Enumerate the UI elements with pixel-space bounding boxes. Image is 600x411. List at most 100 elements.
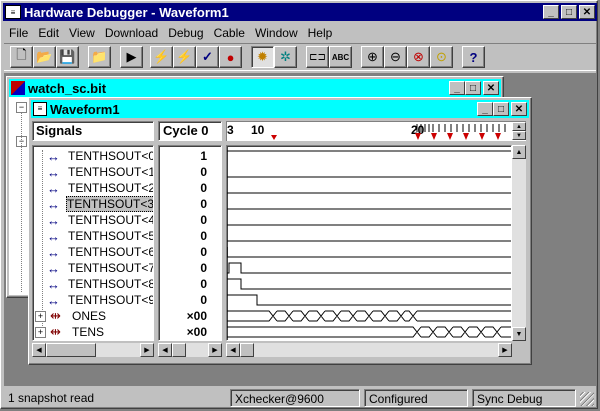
signal-name: TENTHSOUT<4	[67, 213, 154, 227]
abc-icon[interactable]: ABC	[329, 46, 352, 68]
cycle-icon[interactable]: ✹	[251, 46, 274, 68]
zoom-fit-icon[interactable]: ⊗	[407, 46, 430, 68]
waveform-vscroll[interactable]: ▲ ▼	[512, 145, 526, 341]
waveform-minimize-button[interactable]: _	[477, 102, 493, 116]
waveform-hscroll[interactable]: ◀ ▶	[226, 343, 512, 357]
signal-row[interactable]: ↔ TENTHSOUT<1	[33, 164, 153, 180]
signal-row[interactable]: ↔ TENTHSOUT<5	[33, 228, 153, 244]
waveform-maximize-button[interactable]: □	[493, 102, 509, 116]
save-icon[interactable]: 💾	[56, 46, 79, 68]
hscroll-thumb[interactable]	[46, 343, 96, 357]
signal-name: TENTHSOUT<6	[67, 245, 154, 259]
bug-icon[interactable]: ✲	[274, 46, 297, 68]
signal-value: 0	[200, 261, 207, 275]
signal-value: 0	[200, 165, 207, 179]
menu-download[interactable]: Download	[100, 26, 163, 40]
hscroll-thumb[interactable]	[172, 343, 186, 357]
bitfile-close-button[interactable]: ✕	[483, 81, 499, 95]
signal-row[interactable]: ↔ TENTHSOUT<0	[33, 148, 154, 164]
open-icon[interactable]: 📂	[33, 46, 56, 68]
signal-row[interactable]: ↔ TENTHSOUT<3	[33, 196, 154, 212]
status-grip[interactable]	[580, 392, 594, 406]
bitfile-maximize-button[interactable]: □	[465, 81, 481, 95]
signal-value: 0	[200, 293, 207, 307]
menu-edit[interactable]: Edit	[33, 26, 64, 40]
close-button[interactable]: ✕	[579, 5, 595, 19]
waveform-traces[interactable]	[227, 146, 511, 340]
bus-expand-icon[interactable]: +	[35, 326, 46, 338]
signal-name: TENTHSOUT<2	[67, 181, 154, 195]
hscroll-thumb[interactable]	[240, 343, 254, 357]
vscroll-up[interactable]: ▲	[512, 145, 526, 159]
new-icon[interactable]: 🗋	[10, 46, 33, 68]
menu-file[interactable]: File	[4, 26, 33, 40]
signal-trace	[227, 278, 511, 290]
check-icon[interactable]: ✓	[196, 46, 219, 68]
signals-pane: ↔ TENTHSOUT<0 ↔ TENTHSOUT<1 ↔ TENTHSOUT<2 ↔ TEN…	[32, 145, 154, 341]
help-icon[interactable]: ?	[462, 46, 485, 68]
values-hscroll[interactable]: ◀ ▶	[158, 343, 222, 357]
waveform-title: Waveform1	[50, 101, 120, 117]
hscroll-left[interactable]: ◀	[158, 343, 172, 357]
signal-row[interactable]: ↔ TENTHSOUT<2	[33, 180, 154, 196]
folder-icon[interactable]: 📁	[88, 46, 111, 68]
maximize-button[interactable]: □	[561, 5, 577, 19]
signal-bus-row[interactable]: + ⇹ ONES	[33, 308, 153, 324]
cycle-header: Cycle 0	[158, 121, 222, 141]
zoom-in-icon[interactable]: ⊕	[361, 46, 384, 68]
signal-row[interactable]: ↔ TENTHSOUT<9	[33, 292, 153, 308]
waveform-window-icon: ≡	[33, 102, 47, 116]
menu-help[interactable]: Help	[303, 26, 338, 40]
bidirectional-arrow-icon: ↔	[47, 276, 60, 292]
signal-row[interactable]: ↔ TENTHSOUT<4	[33, 212, 154, 228]
bidirectional-arrow-icon: ↔	[47, 148, 60, 164]
minimize-button[interactable]: _	[543, 5, 559, 19]
bitfile-minimize-button[interactable]: _	[449, 81, 465, 95]
menu-debug[interactable]: Debug	[163, 26, 208, 40]
signal-row[interactable]: ↔ TENTHSOUT<8	[33, 276, 153, 292]
menu-cable[interactable]: Cable	[209, 26, 250, 40]
hscroll-left[interactable]: ◀	[226, 343, 240, 357]
bidirectional-arrow-icon: ↔	[47, 228, 60, 244]
hscroll-right[interactable]: ▶	[498, 343, 512, 357]
signals-hscroll[interactable]: ◀ ▶	[32, 343, 154, 357]
hscroll-right[interactable]: ▶	[140, 343, 154, 357]
bidirectional-arrow-icon: ↔	[47, 292, 60, 308]
signal-name: TENS	[72, 325, 105, 339]
size-grip[interactable]	[514, 343, 528, 357]
waveform-close-button[interactable]: ✕	[511, 102, 527, 116]
bus-expand-icon[interactable]: +	[35, 310, 46, 322]
run-icon[interactable]: ▶	[120, 46, 143, 68]
signal-bus-row[interactable]: + ⇹ TENS	[33, 324, 153, 340]
waveform-window[interactable]: ≡ Waveform1 _ □ ✕ Signals Cycle 0 3 10 2…	[28, 97, 532, 365]
values-pane: 1 0 0 0 0 0 0 0 0 0 ×00 ×00	[158, 145, 222, 341]
ruler-scroll-up[interactable]: ▲	[512, 122, 526, 131]
signal-value: ×00	[186, 309, 207, 323]
tree-line	[21, 112, 22, 292]
app-icon: ≡	[5, 5, 21, 19]
menu-window[interactable]: Window	[250, 26, 303, 40]
hscroll-left[interactable]: ◀	[32, 343, 46, 357]
signal-name: TENTHSOUT<3	[66, 196, 154, 212]
waveform-icon[interactable]: ⊏⊐	[306, 46, 329, 68]
waveform-pane	[226, 145, 512, 341]
signal-row[interactable]: ↔ TENTHSOUT<7	[33, 260, 153, 276]
signal-name: TENTHSOUT<0	[67, 149, 154, 163]
signal-value: 0	[200, 229, 207, 243]
zoom-out-icon[interactable]: ⊖	[384, 46, 407, 68]
cycle-ruler[interactable]: 3 10 20 ▲ ▼	[226, 121, 526, 141]
signal-value: ×00	[186, 325, 207, 339]
bidirectional-arrow-icon: ↔	[47, 212, 60, 228]
stop-icon[interactable]: ●	[219, 46, 242, 68]
bus-icon: ⇹	[50, 324, 61, 339]
signal-trace	[227, 262, 511, 274]
hscroll-right[interactable]: ▶	[208, 343, 222, 357]
menu-view[interactable]: View	[64, 26, 100, 40]
ruler-scroll-down[interactable]: ▼	[512, 131, 526, 140]
bus-trace	[227, 326, 511, 338]
zoom-find-icon[interactable]: ⊙	[430, 46, 453, 68]
vscroll-down[interactable]: ▼	[512, 327, 526, 341]
trigger-icon[interactable]: ⚡	[150, 46, 173, 68]
step-icon[interactable]: ⚡	[173, 46, 196, 68]
signal-row[interactable]: ↔ TENTHSOUT<6	[33, 244, 154, 260]
